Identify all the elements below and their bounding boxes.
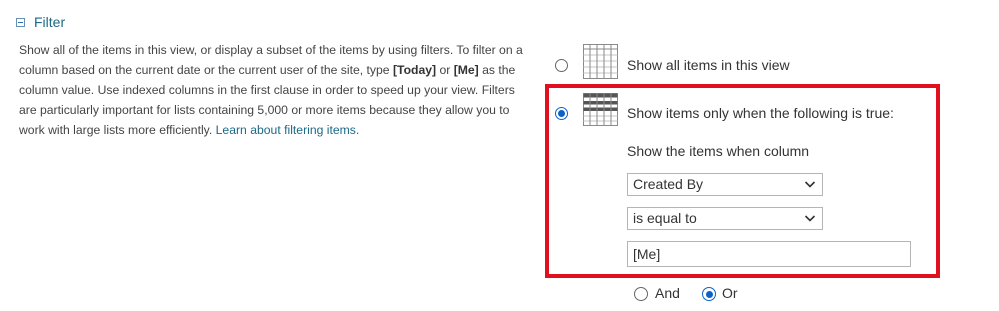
and-label[interactable]: And [655,285,680,301]
and-radio[interactable] [634,287,648,301]
or-label[interactable]: Or [722,285,738,301]
show-when-label[interactable]: Show items only when the following is tr… [627,105,894,121]
grid-list-icon [583,44,618,79]
today-token: [Today] [392,63,437,77]
me-token: [Me] [453,63,479,77]
operator-select-value: is equal to [633,210,697,226]
show-when-radio[interactable] [555,107,568,120]
column-label: Show the items when column [627,143,810,159]
show-all-label[interactable]: Show all items in this view [627,57,790,73]
filter-description: Show all of the items in this view, or d… [19,40,524,140]
filter-section-header[interactable]: Filter [16,12,65,32]
chevron-down-icon [804,215,816,222]
description-text-2: or [436,63,454,77]
chevron-down-icon [804,181,816,188]
learn-about-filtering-link[interactable]: Learn about filtering items. [216,123,360,137]
filter-value-input[interactable]: [Me] [627,241,911,267]
operator-select[interactable]: is equal to [627,207,823,230]
column-select[interactable]: Created By [627,173,823,196]
or-radio[interactable] [702,287,716,301]
collapse-minus-icon[interactable] [16,17,25,27]
column-select-value: Created By [633,176,704,192]
section-title[interactable]: Filter [34,14,65,30]
filtered-grid-icon [583,93,618,126]
show-all-radio[interactable] [555,59,568,72]
